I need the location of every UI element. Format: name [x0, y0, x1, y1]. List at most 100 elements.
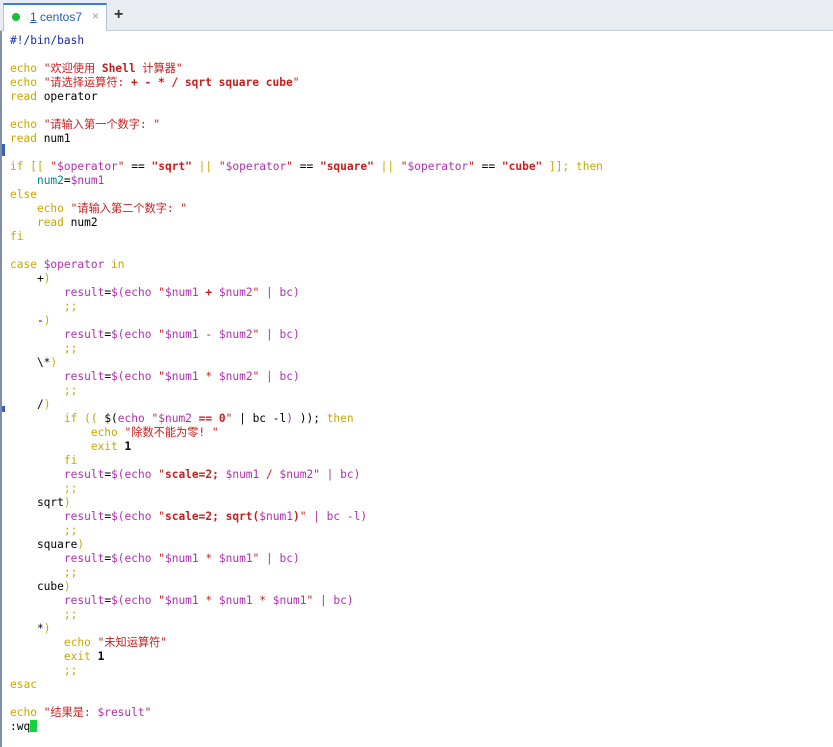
terminal-line: echo "未知运算符" [10, 636, 603, 650]
cursor [30, 720, 38, 732]
code-token: if [[ [10, 160, 51, 173]
terminal-line: result=$(echo "$num1 - $num2" | bc) [10, 328, 603, 342]
code-token: $num2 [218, 328, 253, 341]
code-token: $operator [43, 258, 105, 271]
code-token: result [63, 594, 105, 607]
code-token: echo [10, 62, 44, 75]
terminal-line: ;; [10, 608, 603, 622]
add-tab-button[interactable]: + [114, 6, 123, 24]
code-token: ) [77, 538, 85, 551]
code-token: :wq [10, 720, 31, 733]
code-token: $num2 [279, 468, 314, 481]
code-token: read [10, 132, 44, 145]
code-token: else [10, 188, 37, 201]
terminal-line: -) [10, 314, 603, 328]
code-token: "sqrt" [151, 160, 192, 173]
code-token: "结果是: [43, 706, 98, 719]
code-token: $num1 [164, 370, 199, 383]
code-token: | bc) [313, 594, 354, 607]
code-token: * [198, 552, 219, 565]
code-token: " [158, 594, 165, 607]
terminal-line: num2=$num1 [10, 174, 603, 188]
code-token: cube [10, 580, 64, 593]
code-token: $num1 [272, 594, 307, 607]
terminal-line: else [10, 188, 603, 202]
terminal-line: read num2 [10, 216, 603, 230]
code-token: " [158, 468, 165, 481]
code-token: ;; [63, 566, 78, 579]
code-token: result [63, 286, 105, 299]
terminal-line: esac [10, 678, 603, 692]
code-token: " [218, 160, 226, 173]
code-token: in [104, 258, 125, 271]
code-token: fi [10, 230, 24, 243]
close-tab-icon[interactable]: × [92, 9, 99, 23]
code-token: * [198, 594, 219, 607]
code-token: "square" [319, 160, 374, 173]
code-token: $(echo [111, 594, 159, 607]
tab-number: 1 [30, 10, 37, 24]
code-token: $num1 [164, 328, 199, 341]
code-token: $num1 [164, 286, 199, 299]
code-token: ;; [63, 524, 78, 537]
code-token: == [474, 160, 502, 173]
code-token: ) [43, 314, 51, 327]
terminal-line: fi [10, 454, 603, 468]
code-token: exit [90, 440, 125, 453]
code-token: "未知运算符" [97, 636, 167, 649]
code-token: echo [10, 76, 44, 89]
terminal-line: *) [10, 622, 603, 636]
code-token: $num2 [218, 286, 253, 299]
code-token: sqrt [10, 496, 64, 509]
terminal-area[interactable]: #!/bin/bash echo "欢迎使用 Shell 计算器" echo "请选… [0, 31, 833, 747]
code-token: + [10, 272, 44, 285]
code-token: $result [97, 706, 145, 719]
code-token: = [63, 174, 71, 187]
code-token: " [158, 328, 165, 341]
terminal-line: if [[ "$operator" == "sqrt" || "$operato… [10, 160, 603, 174]
code-token: ) [63, 580, 71, 593]
connection-status-icon [12, 13, 20, 21]
terminal-line: result=$(echo "$num1 * $num2" | bc) [10, 370, 603, 384]
terminal-line: fi [10, 230, 603, 244]
code-token: $(echo [111, 468, 159, 481]
code-token: ) [286, 412, 293, 425]
code-token: )); [293, 412, 327, 425]
terminal-line: echo "欢迎使用 Shell 计算器" [10, 62, 603, 76]
code-token: "除数不能为零! " [124, 426, 219, 439]
code-token: $num1 [164, 552, 199, 565]
code-token: == [293, 160, 320, 173]
code-token: ;; [63, 384, 78, 397]
tab-centos7[interactable]: 1 centos7 × [3, 3, 107, 31]
code-token: 1 [124, 440, 132, 453]
code-token: fi [63, 454, 78, 467]
code-token: num1 [43, 132, 71, 145]
code-token: esac [10, 678, 37, 691]
code-token: "欢迎使用 [43, 62, 102, 75]
code-token: operator [43, 90, 98, 103]
code-token: \* [10, 356, 51, 369]
code-token: result [63, 468, 105, 481]
code-token: | bc -l) [306, 510, 368, 523]
code-token: | bc) [259, 552, 300, 565]
code-token: ) [63, 496, 71, 509]
terminal-line: read operator [10, 90, 603, 104]
code-token: read [36, 216, 71, 229]
code-token: result [63, 370, 105, 383]
code-token: case [10, 258, 44, 271]
code-token: | bc) [259, 286, 300, 299]
code-token: + - * / sqrt square cube [131, 76, 293, 89]
terminal-line: ;; [10, 300, 603, 314]
code-token: $num1 [259, 510, 293, 523]
code-token: ) [50, 356, 58, 369]
code-token: ;; [63, 664, 78, 677]
code-token: == 0 [191, 412, 226, 425]
code-token: $(echo [111, 552, 159, 565]
terminal-line: \*) [10, 356, 603, 370]
code-token: "请输入第一个数字: " [43, 118, 161, 131]
